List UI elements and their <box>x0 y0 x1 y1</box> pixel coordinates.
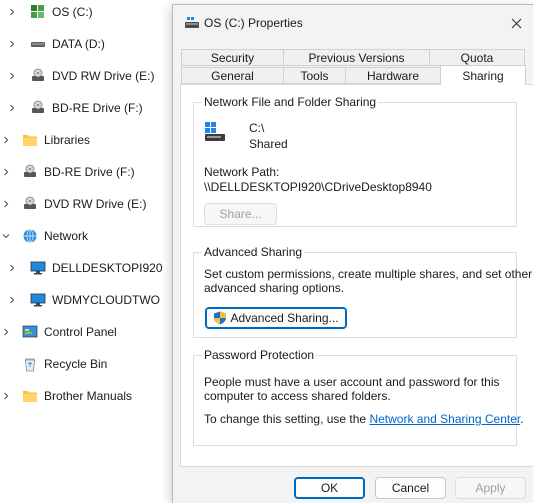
drive-name: C:\ <box>249 121 265 135</box>
advanced-sharing-button[interactable]: Advanced Sharing... <box>205 307 347 329</box>
folder-icon <box>22 388 38 404</box>
tab-quota[interactable]: Quota <box>429 49 525 66</box>
setting-text-suffix: . <box>520 412 524 426</box>
dvd-drive-icon <box>22 196 38 212</box>
close-button[interactable] <box>502 9 530 37</box>
tree-item-recycle-bin[interactable]: Recycle Bin <box>0 352 175 376</box>
tree-item-label: BD-RE Drive (F:) <box>44 165 135 179</box>
close-icon <box>511 18 521 28</box>
tree-item-delldesktopi920[interactable]: DELLDESKTOPI920 <box>0 256 175 280</box>
tree-item-label: DATA (D:) <box>52 37 105 51</box>
network-sharing-group: Network File and Folder Sharing C:\ Shar… <box>193 95 517 227</box>
network-path-value: \\DELLDESKTOPI920\CDriveDesktop8940 <box>204 180 432 194</box>
tree-item-data-d[interactable]: DATA (D:) <box>0 32 175 56</box>
ok-button[interactable]: OK <box>294 477 365 499</box>
tree-item-label: BD-RE Drive (F:) <box>52 101 143 115</box>
drive-icon <box>184 15 200 31</box>
dialog-title: OS (C:) Properties <box>204 16 303 30</box>
tree-item-label: Libraries <box>44 133 91 147</box>
tab-sharing[interactable]: Sharing <box>440 65 526 85</box>
tree-item-label: DELLDESKTOPI920 <box>52 261 163 275</box>
chevron-right-icon[interactable] <box>6 262 18 274</box>
properties-dialog: OS (C:) Properties Security Previous Ver… <box>172 4 533 503</box>
tree-item-bd-f[interactable]: BD-RE Drive (F:) <box>0 96 175 120</box>
advanced-sharing-description: Set custom permissions, create multiple … <box>204 267 533 281</box>
group-title: Advanced Sharing <box>202 245 305 259</box>
tree-item-network[interactable]: Network <box>0 224 175 248</box>
tree-item-libraries[interactable]: Libraries <box>0 128 175 152</box>
cancel-button[interactable]: Cancel <box>375 477 446 499</box>
tree-item-label: OS (C:) <box>52 5 93 19</box>
dvd-drive-icon <box>30 68 46 84</box>
tree-item-os-c[interactable]: OS (C:) <box>0 0 175 24</box>
computer-icon <box>30 292 46 308</box>
tree-item-wdmycloudtwo[interactable]: WDMYCLOUDTWO <box>0 288 175 312</box>
tree-item-brother-manuals[interactable]: Brother Manuals <box>0 384 175 408</box>
group-title: Network File and Folder Sharing <box>202 95 379 109</box>
group-title: Password Protection <box>202 348 317 362</box>
network-path-label: Network Path: <box>204 165 280 179</box>
drive-share-status: Shared <box>249 137 288 151</box>
folder-icon <box>22 132 38 148</box>
chevron-right-icon[interactable] <box>0 166 12 178</box>
tab-security[interactable]: Security <box>181 49 284 66</box>
tree-item-label: Control Panel <box>44 325 117 339</box>
chevron-right-icon[interactable] <box>6 102 18 114</box>
shared-drive-icon <box>204 121 226 143</box>
control-panel-icon <box>22 324 38 340</box>
tab-previous-versions[interactable]: Previous Versions <box>283 49 430 66</box>
tab-hardware[interactable]: Hardware <box>345 67 441 84</box>
tab-general[interactable]: General <box>181 67 284 84</box>
network-icon <box>22 228 38 244</box>
tree-item-label: DVD RW Drive (E:) <box>44 197 147 211</box>
dialog-titlebar[interactable]: OS (C:) Properties <box>173 5 533 41</box>
apply-button[interactable]: Apply <box>455 477 526 499</box>
navigation-pane: OS (C:) DATA (D:) DVD RW Drive (E:) BD-R… <box>0 0 175 502</box>
chevron-down-icon[interactable] <box>0 230 12 242</box>
password-protection-text: People must have a user account and pass… <box>204 375 500 389</box>
bd-drive-icon <box>22 164 38 180</box>
chevron-right-icon[interactable] <box>6 6 18 18</box>
tree-item-dvd-e[interactable]: DVD RW Drive (E:) <box>0 64 175 88</box>
tab-tools[interactable]: Tools <box>283 67 346 84</box>
uac-shield-icon <box>213 311 227 325</box>
setting-text-prefix: To change this setting, use the <box>204 412 370 426</box>
chevron-right-icon[interactable] <box>6 70 18 82</box>
password-protection-group: Password Protection People must have a u… <box>193 348 524 446</box>
share-button[interactable]: Share... <box>204 203 277 225</box>
tree-item-label: Recycle Bin <box>44 357 108 371</box>
computer-icon <box>30 260 46 276</box>
tree-item-dvd-e-2[interactable]: DVD RW Drive (E:) <box>0 192 175 216</box>
chevron-right-icon[interactable] <box>6 294 18 306</box>
windows-drive-icon <box>30 4 46 20</box>
sharing-tab-panel: Network File and Folder Sharing C:\ Shar… <box>180 84 533 467</box>
network-sharing-center-link[interactable]: Network and Sharing Center <box>369 412 520 426</box>
recycle-bin-icon <box>22 356 38 372</box>
chevron-right-icon[interactable] <box>0 198 12 210</box>
tree-item-bd-f-2[interactable]: BD-RE Drive (F:) <box>0 160 175 184</box>
advanced-sharing-group: Advanced Sharing Set custom permissions,… <box>193 245 532 338</box>
chevron-right-icon[interactable] <box>0 390 12 402</box>
advanced-sharing-description-2: advanced sharing options. <box>204 281 345 295</box>
drive-icon <box>30 36 46 52</box>
password-protection-text-2: computer to access shared folders. <box>204 389 391 403</box>
tree-item-label: Brother Manuals <box>44 389 133 403</box>
tree-item-control-panel[interactable]: Control Panel <box>0 320 175 344</box>
bd-drive-icon <box>30 100 46 116</box>
tree-item-label: WDMYCLOUDTWO <box>52 293 160 307</box>
password-protection-setting-text: To change this setting, use the Network … <box>204 412 524 426</box>
advanced-sharing-button-label: Advanced Sharing... <box>230 311 339 325</box>
chevron-right-icon[interactable] <box>0 134 12 146</box>
tree-item-label: DVD RW Drive (E:) <box>52 69 155 83</box>
chevron-right-icon[interactable] <box>0 326 12 338</box>
tree-item-label: Network <box>44 229 89 243</box>
chevron-right-icon[interactable] <box>6 38 18 50</box>
